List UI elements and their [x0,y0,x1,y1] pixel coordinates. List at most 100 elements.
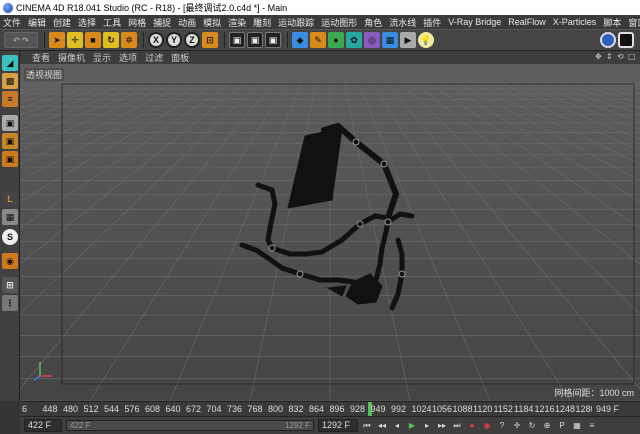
undo-redo-icon[interactable]: ↶ ↷ [4,32,38,48]
snap-icon[interactable]: S [2,229,18,245]
pen-spline-icon[interactable]: ✎ [310,32,326,48]
coordinate-system-icon[interactable]: ⊡ [202,32,218,48]
make-editable-icon[interactable]: ◢ [2,55,18,71]
menu-realflow[interactable]: RealFlow [508,17,546,27]
render-view-icon[interactable]: ▣ [229,32,245,48]
rotate-icon[interactable]: ↻ [103,32,119,48]
timeline-frame-label: 448 [42,404,58,414]
timeline-frame-numbers: 6 448 480 512 544 576 608 640 672 704 736 768 800 832… [20,402,596,417]
play-icon[interactable]: ▶ [406,420,418,432]
recent-tools-icon[interactable]: ✲ [121,32,137,48]
perspective-viewport[interactable]: 透视视图 网格间距：1000 cm [20,64,640,401]
viewport-menu-options[interactable]: 选项 [119,51,137,64]
key-param-icon[interactable]: P [556,420,568,432]
menu-vray-bridge[interactable]: V-Ray Bridge [448,17,501,27]
timeline-frame-label: 896 [329,404,345,414]
preview-range-slider[interactable]: 422 F 1292 F [66,420,314,431]
menu-x-particles[interactable]: X-Particles [553,17,597,27]
c4d-home-icon[interactable] [618,32,634,48]
render-picture-viewer-icon[interactable]: ▣ [247,32,263,48]
cube-primitive-icon[interactable]: ◆ [292,32,308,48]
viewport-menu-view[interactable]: 查看 [32,51,50,64]
deformer-icon[interactable]: ◎ [364,32,380,48]
previous-frame-icon[interactable]: ◂ [391,420,403,432]
render-settings-icon[interactable]: ▣ [265,32,281,48]
menu-mograph[interactable]: 运动图形 [321,16,357,29]
next-frame-icon[interactable]: ▸ [421,420,433,432]
record-key-icon[interactable]: ● [466,420,478,432]
pan-view-icon[interactable]: ✥ [595,52,603,61]
select-arrow-icon[interactable]: ➤ [49,32,65,48]
timeline-menu-icon[interactable]: ≡ [586,420,598,432]
model-mode-icon[interactable]: ▩ [2,73,18,89]
end-frame-field[interactable]: 1292 F [318,419,358,432]
start-frame-field[interactable]: 422 F [24,419,62,432]
viewport-menu-panel[interactable]: 面板 [171,51,189,64]
timeline-frame-label: 949 [370,404,386,414]
timeline-ruler[interactable]: 6 448 480 512 544 576 608 640 672 704 736 768 800 832… [20,401,640,417]
viewport-menu-filter[interactable]: 过滤 [145,51,163,64]
edges-mode-icon[interactable]: ▣ [2,133,18,149]
menu-script[interactable]: 脚本 [603,16,621,29]
move-icon[interactable]: ✛ [67,32,83,48]
timeline-frame-label: 480 [63,404,79,414]
camera-icon[interactable]: ▶ [400,32,416,48]
key-scale-icon[interactable]: ⊕ [541,420,553,432]
next-key-icon[interactable]: ▸▸ [436,420,448,432]
menu-snap[interactable]: 捕捉 [153,16,171,29]
y-axis-lock-icon[interactable]: Y [166,32,182,48]
timeline-frame-label: 1184 [514,404,534,414]
menu-character[interactable]: 角色 [364,16,382,29]
go-to-end-icon[interactable]: ⏭ [451,420,463,432]
menu-render[interactable]: 渲染 [228,16,246,29]
menu-create[interactable]: 创建 [53,16,71,29]
z-axis-lock-icon[interactable]: Z [184,32,200,48]
axis-mode-icon[interactable]: L [2,191,18,207]
key-rotation-icon[interactable]: ↻ [526,420,538,432]
timeline-frame-label: 544 [104,404,120,414]
menu-mesh[interactable]: 网格 [128,16,146,29]
key-pla-icon[interactable]: ▦ [571,420,583,432]
menu-pipeline[interactable]: 流水线 [389,16,416,29]
light-icon[interactable]: 💡 [418,32,434,48]
texture-mode-icon[interactable]: ≡ [2,91,18,107]
go-to-start-icon[interactable]: ⏮ [361,420,373,432]
menu-animate[interactable]: 动画 [178,16,196,29]
menu-tools[interactable]: 工具 [103,16,121,29]
zoom-view-icon[interactable]: ⇕ [606,52,614,61]
points-mode-icon[interactable]: ▣ [2,115,18,131]
grid-spacing-readout: 网格间距：1000 cm [554,388,634,398]
keyframe-selection-icon[interactable]: ? [496,420,508,432]
timeline-frame-label: 6 [22,404,28,414]
key-position-icon[interactable]: ✛ [511,420,523,432]
menu-window[interactable]: 窗口 [628,16,640,29]
menu-simulate[interactable]: 模拟 [203,16,221,29]
viewport-menu-cameras[interactable]: 摄像机 [58,51,85,64]
timeline-frame-label: 928 [350,404,366,414]
autokey-icon[interactable]: ◉ [481,420,493,432]
tweak-mode-icon[interactable]: ▦ [2,209,18,225]
menu-edit[interactable]: 编辑 [28,16,46,29]
layout-switch-icon[interactable] [600,32,616,48]
lock-workplane-icon[interactable]: ⊞ [2,277,18,293]
cloner-icon[interactable]: ✿ [346,32,362,48]
menu-select[interactable]: 选择 [78,16,96,29]
menu-plugins[interactable]: 插件 [423,16,441,29]
rotate-view-icon[interactable]: ⟲ [617,52,625,61]
polygons-mode-icon[interactable]: ▣ [2,151,18,167]
workplane-icon[interactable]: ◉ [2,253,18,269]
timeline-frame-label: 640 [165,404,181,414]
previous-key-icon[interactable]: ◂◂ [376,420,388,432]
menu-sculpt[interactable]: 雕刻 [253,16,271,29]
scale-icon[interactable]: ■ [85,32,101,48]
floor-icon[interactable]: ▦ [382,32,398,48]
x-axis-lock-icon[interactable]: X [148,32,164,48]
viewport-menu-display[interactable]: 显示 [93,51,111,64]
toolbar-divider [44,32,45,48]
toggle-view-icon[interactable]: ▢ [628,52,636,61]
menu-motion-tracking[interactable]: 运动跟踪 [278,16,314,29]
menu-file[interactable]: 文件 [3,16,21,29]
subdivision-icon[interactable]: ● [328,32,344,48]
current-frame-field[interactable]: 949 F [592,402,640,417]
grid-icon[interactable]: ⋮ [2,295,18,311]
